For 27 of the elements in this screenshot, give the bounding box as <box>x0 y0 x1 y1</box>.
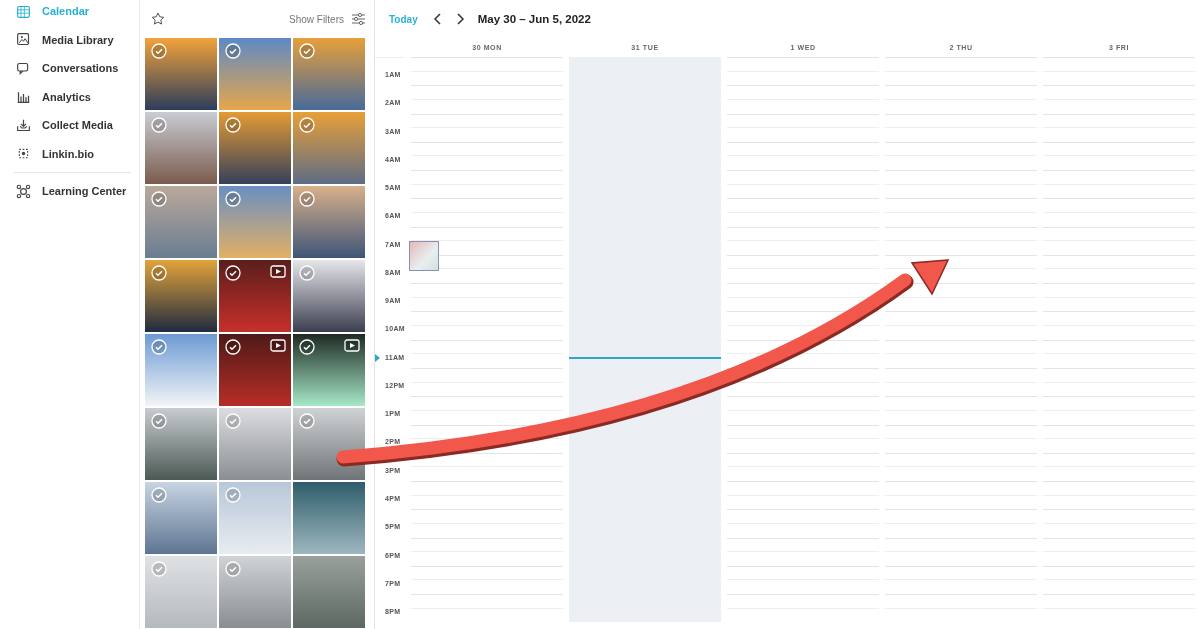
sliders-icon[interactable] <box>352 13 365 25</box>
calendar-icon <box>16 3 31 19</box>
photo-placeholder[interactable] <box>145 260 217 332</box>
speech-bubble-icon <box>16 60 31 76</box>
photo-placeholder[interactable] <box>219 334 291 406</box>
photo-placeholder[interactable] <box>293 334 365 406</box>
photo-placeholder[interactable] <box>293 260 365 332</box>
download-tray-icon <box>16 117 31 133</box>
sidebar-item[interactable]: Analytics <box>0 82 139 111</box>
post-thumbnail[interactable] <box>409 241 439 271</box>
current-time-marker-icon <box>375 354 380 362</box>
sidebar-item[interactable]: Linkin.bio <box>0 139 139 168</box>
chevron-left-icon[interactable] <box>431 13 444 25</box>
photo-placeholder[interactable] <box>219 112 291 184</box>
picture-icon <box>16 32 31 48</box>
date-range-title: May 30 – Jun 5, 2022 <box>477 13 591 25</box>
show-filters-link[interactable]: Show Filters <box>289 13 344 25</box>
sidebar-item[interactable]: Learning Center <box>0 177 139 206</box>
nodes-icon <box>16 183 31 199</box>
photo-placeholder[interactable] <box>145 408 217 480</box>
photo-placeholder[interactable] <box>219 260 291 332</box>
star-icon[interactable] <box>151 12 165 26</box>
photo-placeholder[interactable] <box>145 38 217 110</box>
sidebar-item[interactable]: Conversations <box>0 54 139 83</box>
sidebar-item[interactable]: Collect Media <box>0 111 139 140</box>
bar-chart-icon <box>16 89 31 105</box>
sidebar-item[interactable]: Media Library <box>0 25 139 54</box>
